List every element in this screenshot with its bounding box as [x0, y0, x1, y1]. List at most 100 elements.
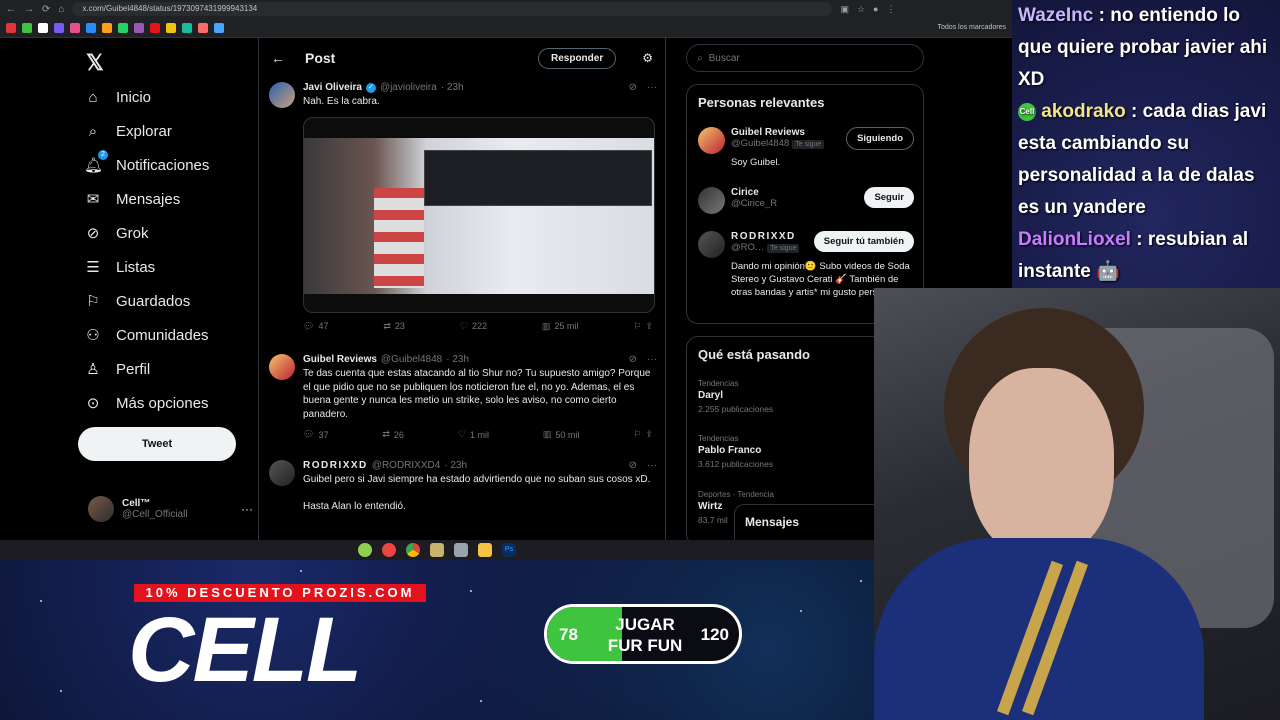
bookmark-icon[interactable] [70, 22, 80, 33]
photoshop-icon[interactable]: Ps [502, 543, 516, 557]
follow-back-button[interactable]: Seguir tú también [813, 231, 914, 252]
nav-item-explorar[interactable]: ⌕ Explorar [84, 119, 172, 143]
tweet-video[interactable] [303, 116, 655, 313]
share-icon[interactable]: ⇪ [645, 429, 653, 440]
tweet[interactable]: Guibel Reviews @Guibel4848 · 23h ⊘ ··· Te… [269, 354, 657, 440]
chrome-icon[interactable] [406, 543, 420, 557]
tweet-author-handle[interactable]: @javioliveira [380, 82, 437, 93]
bookmark-icon[interactable] [150, 22, 160, 33]
bookmark-action[interactable]: ⚐ ⇪ [633, 321, 653, 332]
reply-button[interactable]: Responder [538, 47, 617, 69]
tweet-time[interactable]: · 23h [446, 354, 469, 365]
back-arrow-icon[interactable]: ← [271, 50, 285, 66]
extension-icon[interactable]: ▣ [840, 4, 849, 15]
grok-icon[interactable]: ⊘ [629, 460, 637, 471]
nav-item-notificaciones[interactable]: 🔔︎ 2 Notificaciones [84, 150, 209, 177]
account-switcher[interactable]: Cell™ @Cell_Officiall ··· [88, 496, 253, 522]
tweet-button[interactable]: Tweet [78, 427, 236, 461]
tweet[interactable]: Javi Oliveira ✓ @javioliveira · 23h ⊘ ···… [269, 82, 657, 332]
grok-icon[interactable]: ⊘ [629, 354, 637, 365]
bookmark-icon[interactable] [102, 22, 112, 33]
avatar[interactable] [698, 127, 725, 154]
tweet-author-name[interactable]: Guibel Reviews [303, 354, 377, 365]
heart-icon: ♡ [457, 429, 466, 439]
tweet-author-handle[interactable]: @Guibel4848 [381, 354, 442, 365]
forward-icon[interactable]: → [24, 4, 34, 15]
nav-item-listas[interactable]: ☰ Listas [84, 255, 155, 279]
sliders-icon[interactable]: ⚙ [642, 51, 653, 65]
address-bar[interactable]: x.com/Guibel4848/status/1973097431999943… [72, 2, 833, 16]
avatar[interactable] [269, 354, 295, 380]
tweet[interactable]: RODRIXXD @RODRIXXD4 · 23h ⊘ ··· Guibel pe… [269, 460, 657, 513]
bookmark-icon[interactable] [182, 22, 192, 33]
like-action[interactable]: ♡ 1 mil [458, 429, 489, 440]
person-card[interactable]: Guibel Reviews @Guibel4848 Te sigue Sigui… [698, 127, 914, 169]
bookmarks-bar: Todos los marcadores [0, 18, 1012, 38]
avatar[interactable] [269, 460, 295, 486]
bookmark-icon[interactable] [22, 22, 32, 33]
bookmark-action[interactable]: ⚐ ⇪ [633, 429, 653, 440]
menu-icon[interactable]: ⋮ [886, 4, 895, 15]
nav-item-inicio[interactable]: ⌂ Inicio [84, 85, 151, 109]
person-name[interactable]: Guibel Reviews [731, 127, 824, 138]
share-icon[interactable]: ⇪ [645, 321, 653, 332]
trend-item[interactable]: Tendencias Daryl 2.255 publicaciones [698, 379, 773, 414]
chart-icon: ▥ [541, 320, 551, 331]
following-button[interactable]: Siguiendo [846, 127, 914, 150]
bookmark-icon[interactable] [118, 22, 128, 33]
views-action[interactable]: ▥ 25 mil [542, 321, 579, 332]
search-input[interactable]: ⌕ Buscar [686, 44, 924, 72]
more-icon[interactable]: ··· [647, 460, 657, 471]
tweet-author-name[interactable]: RODRIXXD [303, 460, 368, 471]
retweet-action[interactable]: ⇄ 23 [383, 321, 405, 332]
bookmark-icon[interactable] [134, 22, 144, 33]
bookmark-icon[interactable] [38, 22, 48, 33]
like-action[interactable]: ♡ 222 [460, 321, 487, 332]
bookmark-icon[interactable] [214, 22, 224, 33]
reload-icon[interactable]: ⟳ [42, 4, 50, 15]
back-icon[interactable]: ← [6, 4, 16, 15]
person-name[interactable]: Cirice [731, 187, 777, 198]
messages-drawer[interactable]: Mensajes [734, 504, 874, 540]
home-page-icon[interactable]: ⌂ [58, 4, 64, 15]
nav-item-mensajes[interactable]: ✉ Mensajes [84, 187, 181, 211]
all-bookmarks-folder[interactable]: Todos los marcadores [938, 24, 1006, 31]
app-icon[interactable] [430, 543, 444, 557]
retweet-action[interactable]: ⇄ 26 [382, 429, 404, 440]
follow-button[interactable]: Seguir [864, 187, 914, 208]
x-logo-icon[interactable]: 𝕏 [86, 50, 104, 76]
nav-item-grok[interactable]: ⊘ Grok [84, 221, 149, 245]
app-icon[interactable] [454, 543, 468, 557]
bookmark-icon[interactable] [86, 22, 96, 33]
more-icon[interactable]: ··· [241, 502, 253, 516]
more-icon[interactable]: ··· [647, 82, 657, 93]
reply-action[interactable]: 💬︎ 37 [303, 429, 328, 440]
grok-icon[interactable]: ⊘ [629, 82, 637, 93]
bookmark-icon[interactable] [54, 22, 64, 33]
bookmark-icon[interactable] [198, 22, 208, 33]
folder-icon[interactable] [478, 543, 492, 557]
star-icon[interactable]: ☆ [857, 4, 865, 15]
bookmark-icon[interactable] [166, 22, 176, 33]
person-name[interactable]: RODRIXXD [731, 231, 799, 242]
nav-item-comunidades[interactable]: ⚇ Comunidades [84, 323, 208, 347]
app-icon[interactable] [358, 543, 372, 557]
tweet-time[interactable]: · 23h [441, 82, 464, 93]
app-icon[interactable] [382, 543, 396, 557]
views-action[interactable]: ▥ 50 mil [543, 429, 580, 440]
bookmark-icon[interactable] [6, 22, 16, 33]
nav-item-perfil[interactable]: ♙ Perfil [84, 357, 150, 381]
tweet-author-name[interactable]: Javi Oliveira [303, 82, 362, 93]
tweet-author-handle[interactable]: @RODRIXXD4 [372, 460, 441, 471]
avatar[interactable] [269, 82, 295, 108]
tweet-time[interactable]: · 23h [444, 460, 467, 471]
reply-action[interactable]: 💬︎ 47 [303, 321, 328, 332]
trend-item[interactable]: Tendencias Pablo Franco 3.612 publicacio… [698, 434, 773, 469]
nav-item-guardados[interactable]: ⚐ Guardados [84, 289, 190, 313]
more-icon[interactable]: ··· [647, 354, 657, 365]
profile-icon[interactable]: ● [873, 4, 878, 15]
avatar[interactable] [698, 231, 725, 258]
nav-item-mas-opciones[interactable]: ⊙ Más opciones [84, 391, 209, 415]
avatar[interactable] [698, 187, 725, 214]
person-card[interactable]: Cirice @Cirice_R Seguir [698, 187, 914, 214]
